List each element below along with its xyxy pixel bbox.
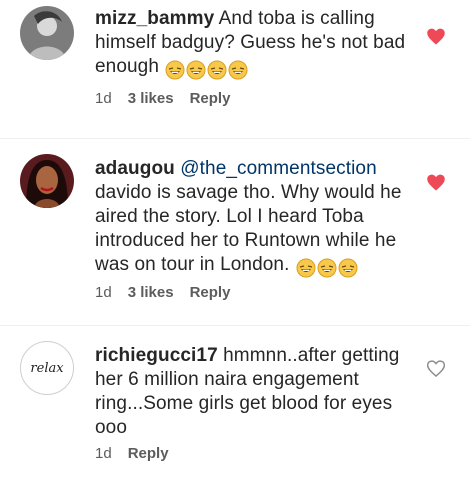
laughing-emoji-icon bbox=[186, 60, 206, 80]
emoji-group bbox=[164, 58, 248, 82]
comment-username[interactable]: richiegucci17 bbox=[95, 345, 218, 366]
heart-icon[interactable] bbox=[426, 173, 446, 193]
user-photo-icon bbox=[20, 154, 74, 208]
avatar[interactable] bbox=[20, 6, 74, 60]
comment-username[interactable]: adaugou bbox=[95, 158, 175, 179]
comment-timestamp: 1d bbox=[95, 445, 112, 462]
divider bbox=[0, 138, 470, 139]
laughing-emoji-icon bbox=[317, 258, 337, 278]
comment-item: adaugou @the_commentsection davido is sa… bbox=[0, 140, 470, 325]
heart-icon[interactable] bbox=[426, 27, 446, 47]
comment-body: mizz_bammy And toba is calling himself b… bbox=[95, 7, 415, 82]
reply-button[interactable]: Reply bbox=[190, 90, 231, 107]
comment-item: mizz_bammy And toba is calling himself b… bbox=[0, 0, 470, 140]
laughing-emoji-icon bbox=[296, 258, 316, 278]
relax-logo-icon: relax bbox=[30, 361, 64, 376]
comment-timestamp: 1d bbox=[95, 284, 112, 301]
comment-body: richiegucci17 hmmnn..after getting her 6… bbox=[95, 344, 415, 440]
comment-timestamp: 1d bbox=[95, 90, 112, 107]
avatar-text: relax bbox=[30, 361, 64, 376]
comment-likes[interactable]: 3 likes bbox=[128, 90, 174, 107]
avatar[interactable]: relax bbox=[20, 341, 74, 395]
comment-body: adaugou @the_commentsection davido is sa… bbox=[95, 157, 415, 280]
comment-item: relax richiegucci17 hmmnn..after getting… bbox=[0, 327, 470, 479]
laughing-emoji-icon bbox=[338, 258, 358, 278]
reply-button[interactable]: Reply bbox=[190, 284, 231, 301]
divider bbox=[0, 325, 470, 326]
reply-button[interactable]: Reply bbox=[128, 445, 169, 462]
comment-likes[interactable]: 3 likes bbox=[128, 284, 174, 301]
laughing-emoji-icon bbox=[228, 60, 248, 80]
comment-meta: 1d 3 likes Reply bbox=[95, 284, 230, 301]
laughing-emoji-icon bbox=[207, 60, 227, 80]
laughing-emoji-icon bbox=[165, 60, 185, 80]
comment-meta: 1d Reply bbox=[95, 445, 169, 462]
comment-mention[interactable]: @the_commentsection bbox=[180, 158, 377, 179]
avatar[interactable] bbox=[20, 154, 74, 208]
emoji-group bbox=[295, 256, 358, 280]
comment-meta: 1d 3 likes Reply bbox=[95, 90, 230, 107]
user-photo-icon bbox=[20, 6, 74, 60]
comment-username[interactable]: mizz_bammy bbox=[95, 8, 214, 29]
heart-outline-icon[interactable] bbox=[426, 359, 446, 379]
